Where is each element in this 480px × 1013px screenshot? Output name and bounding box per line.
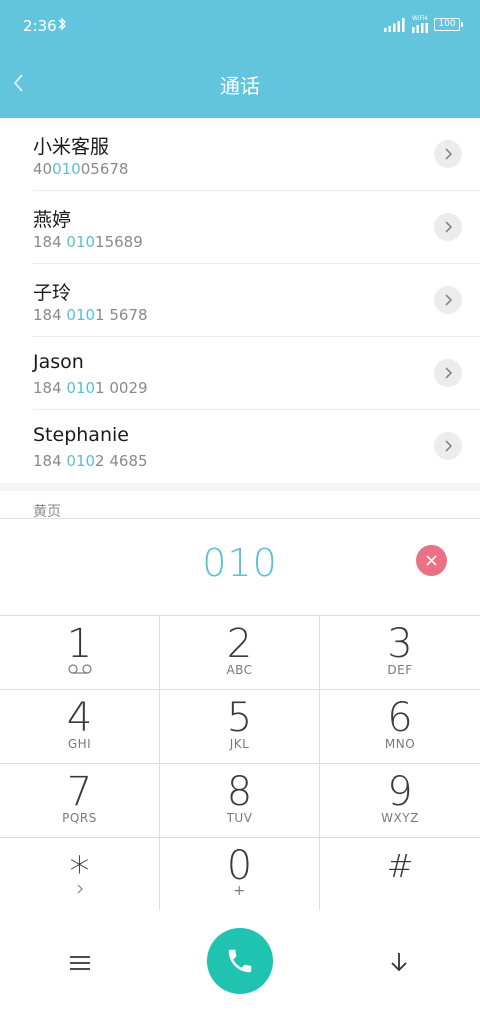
key-letters: ABC [226,663,253,677]
phone-icon [228,949,252,973]
wifi-indicator: WiFi4 [410,15,430,33]
contact-name: 小米客服 [33,136,110,158]
battery-icon: 100 [434,18,463,31]
key-digit: 6 [387,695,413,741]
contact-name: 子玲 [33,282,72,304]
key-digit: 4 [66,695,93,741]
number-match: 010 [66,233,96,251]
key-8[interactable]: 8 TUV [160,764,320,838]
contact-row[interactable]: 子玲 184 0101 5678 [0,264,480,337]
key-9[interactable]: 9 WXYZ [320,764,480,838]
voicemail-icon [68,664,92,674]
key-3[interactable]: 3 DEF [320,616,480,690]
chevron-right-icon [445,367,453,379]
key-digit: 9 [387,769,413,815]
contact-row[interactable]: Jason 184 0101 0029 [0,337,480,410]
number-prefix: 184 [33,452,67,470]
key-5[interactable]: 5 JKL [160,690,320,764]
key-letters: MNO [384,737,416,751]
arrow-down-icon[interactable] [388,950,410,974]
number-prefix: 184 [33,306,67,324]
chevron-right-icon [445,221,453,233]
number-suffix: 15689 [95,233,143,251]
chevron-right-icon [445,294,453,306]
chevron-right-icon [445,440,453,452]
number-suffix: 2 4685 [95,452,148,470]
number-prefix: 184 [33,233,67,251]
number-match: 010 [66,306,96,324]
close-icon [426,555,437,566]
key-digit: 7 [66,769,93,815]
contact-row[interactable]: Stephanie 184 0102 4685 [0,410,480,483]
key-7[interactable]: 7 PQRS [0,764,160,838]
status-bar: 2:36 WiFi4 100 [0,0,480,52]
dial-keypad: 1 2 ABC 3 DEF 4 GHI 5 JKL 6 MNO 7 PQRS 8… [0,615,480,912]
contact-number: 184 0101 5678 [33,306,148,324]
contact-detail-button[interactable] [434,432,462,460]
bluetooth-icon [58,17,66,31]
key-letters: PQRS [62,811,97,825]
key-letters: WXYZ [381,811,419,825]
number-suffix: 05678 [80,160,129,178]
number-match: 010 [66,452,96,470]
number-match: 010 [66,379,96,397]
contact-name: Jason [33,351,84,373]
signal-icon [384,18,405,32]
contact-number: 184 0102 4685 [33,452,148,470]
key-digit: 8 [226,769,253,815]
key-digit: 1 [66,621,93,667]
yellow-pages-section[interactable]: 黄页 [0,491,480,520]
key-digit: 2 [226,621,253,667]
dialed-digits: 010 [202,541,278,585]
app-header: 2:36 WiFi4 100 通话 [0,0,480,118]
contact-number: 4001005678 [33,160,128,178]
key-letters: TUV [226,811,253,825]
contact-detail-button[interactable] [434,140,462,168]
chevron-small-icon [77,884,83,894]
number-match: 010 [52,160,81,178]
status-time: 2:36 [23,17,57,35]
call-button[interactable] [207,928,273,994]
key-letters: JKL [229,737,250,751]
contact-number: 184 0101 0029 [33,379,148,397]
key-letters: GHI [67,737,92,751]
contact-name: Stephanie [33,424,129,446]
contact-row[interactable]: 燕婷 184 01015689 [0,191,480,264]
number-prefix: 184 [33,379,67,397]
key-hash[interactable]: # [320,838,480,912]
menu-icon[interactable] [68,954,92,972]
contact-number: 184 01015689 [33,233,143,251]
key-6[interactable]: 6 MNO [320,690,480,764]
bottom-action-bar [0,910,480,1013]
dialed-number-display: 010 [0,518,480,615]
wifi-icon [412,23,428,33]
key-letters: DEF [387,663,413,677]
contact-row[interactable]: 小米客服 4001005678 [0,118,480,191]
contact-detail-button[interactable] [434,286,462,314]
number-prefix: 40 [33,160,53,178]
key-digit: 5 [226,695,253,741]
number-suffix: 1 0029 [95,379,148,397]
key-1[interactable]: 1 [0,616,160,690]
contact-results-list: 小米客服 4001005678 燕婷 184 01015689 子玲 184 0… [0,118,480,483]
number-suffix: 1 5678 [95,306,148,324]
key-digit: 0 [226,843,253,889]
key-4[interactable]: 4 GHI [0,690,160,764]
key-0[interactable]: 0 + [160,838,320,912]
chevron-right-icon [445,148,453,160]
key-digit: 3 [387,621,413,667]
key-letters: + [233,883,246,899]
contact-name: 燕婷 [33,209,72,231]
page-title: 通话 [220,74,260,98]
delete-button[interactable] [416,545,447,576]
key-digit: # [386,847,414,885]
contact-detail-button[interactable] [434,359,462,387]
key-2[interactable]: 2 ABC [160,616,320,690]
key-star[interactable]: * [0,838,160,912]
contact-detail-button[interactable] [434,213,462,241]
